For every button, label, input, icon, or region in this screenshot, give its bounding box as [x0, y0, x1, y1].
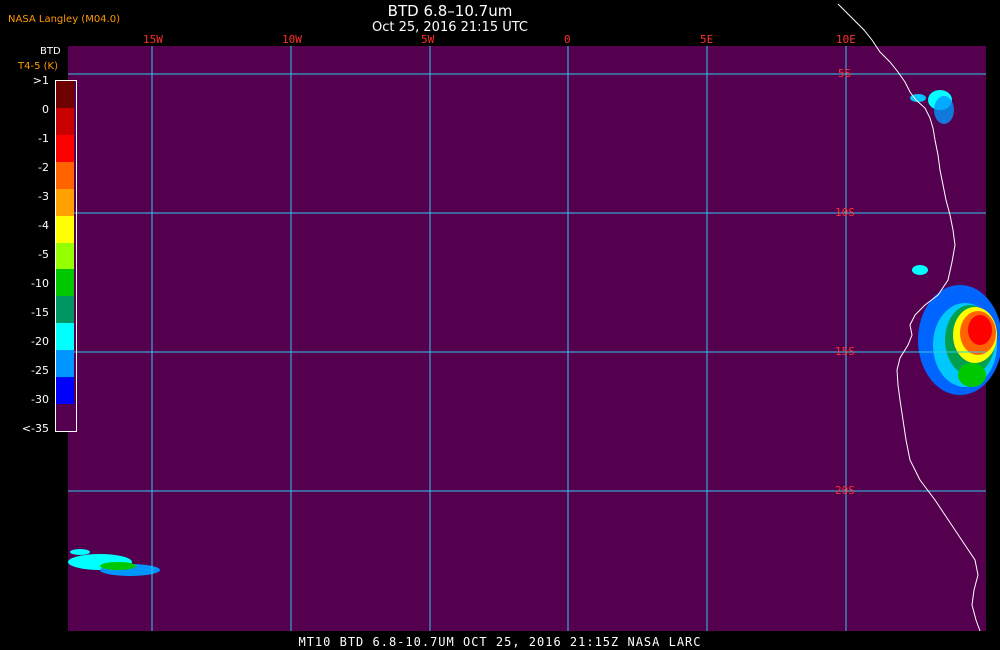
legend-swatch [56, 242, 74, 270]
lon-label: 5E [700, 33, 714, 46]
lat-label: 15S [835, 345, 855, 358]
lon-label: 15W [143, 33, 163, 46]
legend-label: <-35 [21, 422, 49, 435]
legend-swatch [56, 188, 74, 216]
legend-swatch [56, 215, 74, 243]
lon-label: 10E [836, 33, 856, 46]
lat-lon-grid [68, 46, 986, 631]
legend-swatch [56, 296, 74, 324]
legend-swatch [56, 404, 74, 431]
legend-swatch [56, 81, 74, 108]
legend-label: >1 [32, 74, 49, 87]
legend-swatch [56, 323, 74, 351]
legend-swatch [56, 377, 74, 405]
color-legend [55, 80, 77, 432]
legend-title: BTD [40, 46, 61, 57]
lon-label: 0 [564, 33, 571, 46]
legend-label: -5 [38, 248, 49, 261]
legend-label: -20 [31, 335, 49, 348]
legend-label: -1 [38, 132, 49, 145]
lat-label: 5S [838, 67, 852, 80]
legend-swatch [56, 134, 74, 162]
lat-label: 10S [835, 206, 855, 219]
legend-label: -4 [38, 219, 49, 232]
lon-label: 5W [421, 33, 435, 46]
legend-label: -3 [38, 190, 49, 203]
lat-label: 20S [835, 484, 855, 497]
legend-label: -10 [31, 277, 49, 290]
legend-label: -2 [38, 161, 49, 174]
legend-swatch [56, 269, 74, 297]
lon-label: 10W [282, 33, 302, 46]
legend-units: T4-5 (K) [18, 61, 58, 72]
footer-caption: MT10 BTD 6.8-10.7UM OCT 25, 2016 21:15Z … [298, 635, 702, 649]
legend-swatch [56, 161, 74, 189]
cloud-feature-south-west [68, 549, 160, 576]
legend-label: -30 [31, 393, 49, 406]
legend-label: 0 [42, 103, 49, 116]
legend-swatch [56, 350, 74, 378]
legend-label: -15 [31, 306, 49, 319]
cloud-feature-north-east [910, 90, 954, 275]
legend-swatch [56, 107, 74, 135]
legend-label: -25 [31, 364, 49, 377]
map-overlay [68, 3, 1000, 632]
